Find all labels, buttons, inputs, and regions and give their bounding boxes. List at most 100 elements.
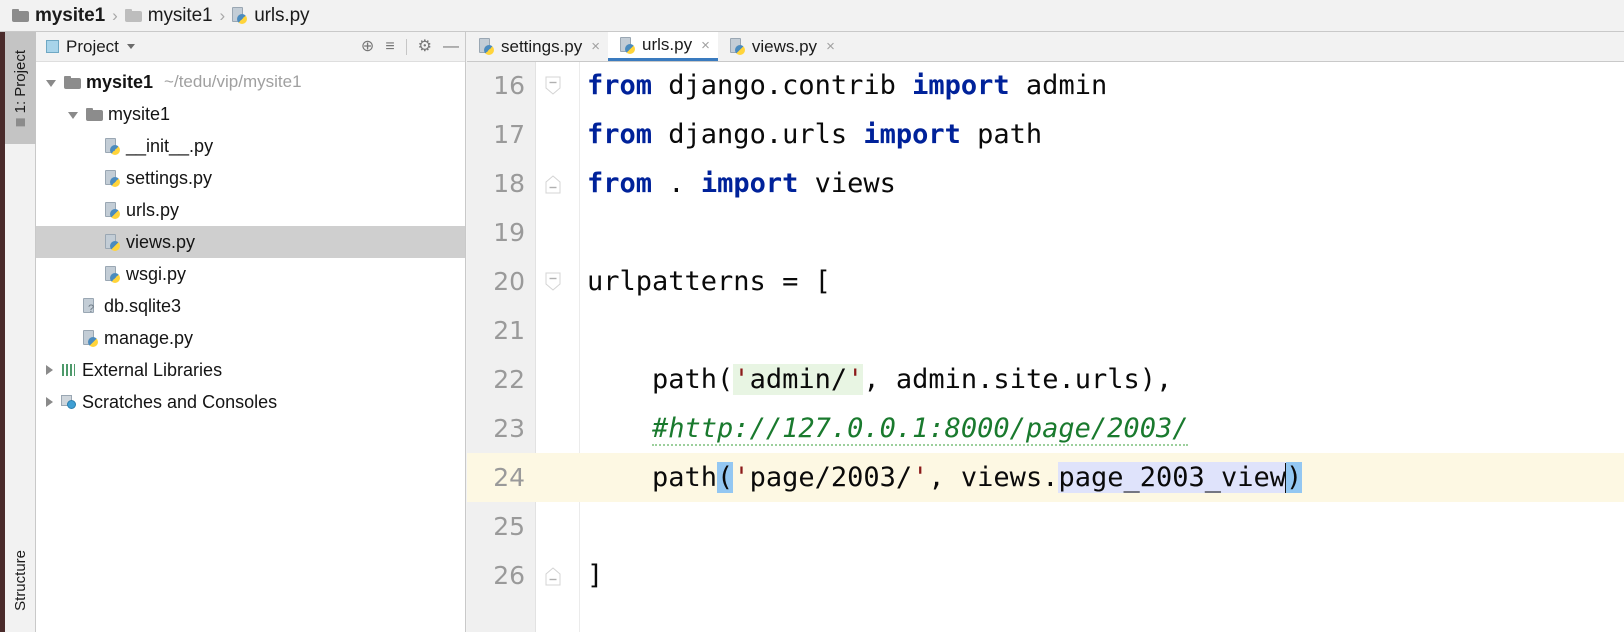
breadcrumb-label: urls.py: [254, 4, 310, 26]
python-file-icon: [479, 38, 495, 55]
code-line[interactable]: 23 #http://127.0.0.1:8000/page/2003/: [467, 404, 1624, 453]
fold-end-icon[interactable]: [543, 174, 563, 194]
editor-tab-label: settings.py: [501, 36, 583, 56]
library-icon: [61, 363, 77, 377]
code-line[interactable]: 25: [467, 502, 1624, 551]
project-panel-header: Project ⊕ ≡ ⚙ —: [36, 32, 465, 62]
tree-item-views-py[interactable]: views.py: [36, 226, 465, 258]
breadcrumb-label: mysite1: [35, 4, 106, 26]
tree-item-label: __init__.py: [126, 135, 214, 156]
tree-item-wsgi-py[interactable]: wsgi.py: [36, 258, 465, 290]
python-file-icon: [729, 38, 746, 55]
code-line-text: from . import views: [587, 168, 896, 199]
tree-item-mysite1[interactable]: mysite1 ~/tedu/vip/mysite1: [36, 66, 465, 98]
tree-item-label: urls.py: [126, 199, 180, 220]
gear-icon[interactable]: ⚙: [418, 38, 432, 55]
code-line[interactable]: 21: [467, 306, 1624, 355]
scratch-icon: [61, 394, 77, 410]
code-line[interactable]: 26]: [467, 551, 1624, 600]
tree-item-label: External Libraries: [82, 359, 223, 380]
breadcrumb-item-file[interactable]: urls.py: [232, 4, 310, 27]
line-number: 19: [493, 218, 525, 247]
tree-item-scratches-and-consoles[interactable]: Scratches and Consoles: [36, 386, 465, 418]
tree-item-urls-py[interactable]: urls.py: [36, 194, 465, 226]
folder-icon: [124, 9, 142, 22]
python-file-icon: [105, 137, 121, 155]
code-line-text: urlpatterns = [: [587, 266, 831, 297]
project-strip-icon: [16, 118, 25, 127]
tree-item-manage-py[interactable]: manage.py: [36, 322, 465, 354]
code-line-text: path('page/2003/', views.page_2003_view): [587, 462, 1303, 493]
close-icon[interactable]: ×: [591, 39, 600, 54]
twisty-collapsed-icon[interactable]: [46, 397, 53, 407]
python-file-icon: [105, 201, 121, 219]
pycharm-window: mysite1 › mysite1 › urls.py 1: Project S…: [0, 0, 1624, 632]
python-file-icon: [83, 329, 99, 347]
editor-tab-urls-py[interactable]: urls.py ×: [608, 32, 718, 61]
code-line-text: from django.contrib import admin: [587, 70, 1108, 101]
tree-item-label: Scratches and Consoles: [82, 391, 278, 412]
close-icon[interactable]: ×: [701, 38, 710, 53]
line-number: 17: [493, 120, 525, 149]
tree-item--init-py[interactable]: __init__.py: [36, 130, 465, 162]
close-icon[interactable]: ×: [826, 39, 835, 54]
tree-item-db-sqlite3[interactable]: db.sqlite3: [36, 290, 465, 322]
tree-item-label: mysite1: [108, 103, 171, 124]
breadcrumb: mysite1 › mysite1 › urls.py: [0, 0, 1624, 32]
folder-icon: [64, 75, 81, 89]
twisty-expanded-icon[interactable]: [46, 79, 56, 87]
editor-tab-settings-py[interactable]: settings.py ×: [467, 32, 609, 61]
tree-item-settings-py[interactable]: settings.py: [36, 162, 465, 194]
code-line[interactable]: 22 path('admin/', admin.site.urls),: [467, 355, 1624, 404]
code-line[interactable]: 18 from . import views: [467, 159, 1624, 208]
project-panel-toolbar: ⊕ ≡ ⚙ —: [361, 38, 459, 55]
fold-expanded-icon[interactable]: [543, 76, 563, 96]
tool-button-project[interactable]: 1: Project: [5, 32, 36, 144]
tool-window-strip: 1: Project Structure: [0, 32, 36, 632]
breadcrumb-item-project[interactable]: mysite1: [12, 5, 105, 27]
python-file-icon: [105, 265, 121, 283]
collapse-all-icon[interactable]: ≡: [385, 38, 394, 55]
code-line-text: from django.urls import path: [587, 119, 1043, 150]
code-line[interactable]: 19: [467, 208, 1624, 257]
tree-item-mysite1[interactable]: mysite1: [36, 98, 465, 130]
tree-item-label: manage.py: [104, 327, 194, 348]
chevron-down-icon[interactable]: [126, 44, 135, 49]
tool-button-structure[interactable]: Structure: [5, 550, 36, 632]
tree-item-label: views.py: [126, 231, 196, 252]
project-tree: mysite1 ~/tedu/vip/mysite1 mysite1 __init__…: [36, 62, 465, 418]
code-area[interactable]: 16 from django.contrib import admin 17 from…: [467, 62, 1624, 632]
code-line-text: #http://127.0.0.1:8000/page/2003/: [652, 413, 1189, 446]
line-number: 26: [493, 561, 525, 590]
line-number: 21: [493, 316, 525, 345]
toolbar-divider: [405, 38, 407, 55]
folder-icon: [86, 107, 103, 121]
editor: settings.py × urls.py × views.py × 16 from dja…: [467, 32, 1624, 632]
tree-item-external-libraries[interactable]: External Libraries: [36, 354, 465, 386]
minimize-icon[interactable]: —: [443, 38, 459, 55]
editor-tab-views-py[interactable]: views.py ×: [717, 32, 843, 61]
code-line[interactable]: 20 urlpatterns = [: [467, 257, 1624, 306]
python-file-icon: [105, 233, 121, 251]
breadcrumb-separator: ›: [112, 6, 118, 25]
tool-button-project-label: 1: Project: [12, 49, 29, 114]
line-number: 18: [493, 169, 525, 198]
code-line[interactable]: 17 from django.urls import path: [467, 110, 1624, 159]
twisty-expanded-icon[interactable]: [68, 111, 78, 119]
python-file-icon: [620, 36, 636, 54]
editor-tab-bar: settings.py × urls.py × views.py ×: [467, 32, 1624, 62]
code-line[interactable]: 16 from django.contrib import admin: [467, 62, 1624, 110]
code-line-text: path('admin/', admin.site.urls),: [587, 364, 1173, 395]
line-number: 24: [493, 463, 525, 492]
twisty-collapsed-icon[interactable]: [46, 365, 53, 375]
line-number: 23: [493, 414, 525, 443]
line-number: 22: [493, 365, 525, 394]
fold-expanded-icon[interactable]: [543, 272, 563, 292]
fold-end-icon[interactable]: [543, 566, 563, 586]
code-line[interactable]: 24 path('page/2003/', views.page_2003_vi…: [467, 453, 1624, 502]
breadcrumb-item-package[interactable]: mysite1: [124, 5, 213, 27]
line-number: 16: [493, 71, 525, 100]
locate-file-icon[interactable]: ⊕: [361, 38, 374, 55]
database-file-icon: [83, 297, 99, 315]
editor-tab-label: urls.py: [642, 35, 693, 54]
